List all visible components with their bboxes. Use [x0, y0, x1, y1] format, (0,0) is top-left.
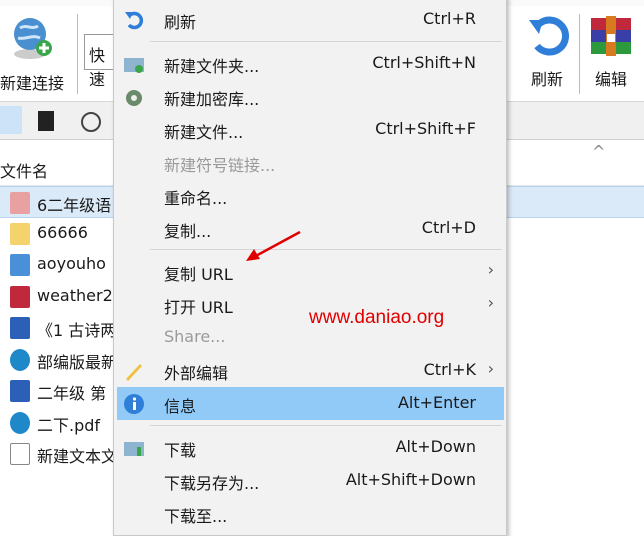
edit-button[interactable]: 编辑: [586, 14, 636, 90]
mp4-icon: [10, 192, 30, 214]
menu-item[interactable]: 复制 URL ›: [117, 255, 504, 288]
menu-item-label: 重命名...: [164, 189, 228, 208]
annotation-arrow: [246, 230, 301, 261]
refresh-icon: [123, 9, 145, 31]
menu-item-label: 下载至...: [164, 507, 228, 526]
menu-item-label: 外部编辑: [164, 364, 229, 383]
menu-item[interactable]: 下载至...: [117, 497, 504, 530]
menu-item-shortcut: Ctrl+Shift+F: [375, 119, 476, 138]
word-icon: [10, 317, 30, 339]
refresh-label: 刷新: [530, 70, 563, 89]
submenu-arrow-icon: ›: [487, 260, 494, 279]
file-name: 二下.pdf: [37, 415, 101, 435]
column-header-filename[interactable]: 文件名: [0, 158, 48, 182]
file-name: 部编版最新: [37, 352, 118, 372]
file-name: 新建文本文: [37, 447, 118, 466]
context-menu: 刷新 Ctrl+R 新建文件夹... Ctrl+Shift+N 新建加密库... 新建文件…: [113, 0, 507, 536]
refresh-button[interactable]: 刷新: [522, 14, 572, 90]
watermark: www.daniao.org: [309, 307, 445, 328]
submenu-arrow-icon: ›: [487, 359, 494, 378]
menu-item-label: 新建文件...: [164, 123, 244, 142]
menu-item[interactable]: 新建加密库...: [117, 80, 504, 113]
menu-item-shortcut: Alt+Shift+Down: [345, 470, 476, 489]
file-name: 《1 古诗两: [37, 321, 117, 340]
menu-item[interactable]: 刷新 Ctrl+R: [117, 3, 504, 36]
menu-item[interactable]: 信息 Alt+Enter: [117, 387, 504, 420]
menu-item-shortcut: Ctrl+D: [421, 218, 476, 237]
menu-separator: [150, 425, 502, 426]
winrar-icon: [591, 16, 631, 56]
menu-item[interactable]: 外部编辑 Ctrl+K ›: [117, 354, 504, 387]
menu-item[interactable]: 复制... Ctrl+D: [117, 212, 504, 245]
menu-item-label: 复制 URL: [164, 265, 233, 284]
file-name: aoyouho: [37, 254, 106, 273]
menu-item[interactable]: 下载 Alt+Down: [117, 431, 504, 464]
menu-separator: [150, 41, 502, 42]
sort-ascending-icon: ^: [592, 142, 606, 161]
menu-item-label: 打开 URL: [164, 298, 233, 317]
file-name: 二年级 第: [37, 384, 107, 403]
menu-item[interactable]: 重命名...: [117, 179, 504, 212]
menu-item-label: 下载另存为...: [164, 474, 260, 493]
pencil-icon: [123, 360, 145, 382]
menu-item-shortcut: Alt+Down: [395, 437, 476, 456]
vault-icon: [123, 86, 145, 108]
winrar-icon: [10, 285, 30, 308]
word-icon: [10, 380, 30, 402]
folder-icon: [10, 222, 30, 245]
history-clock-icon[interactable]: [81, 112, 101, 132]
submenu-arrow-icon: ›: [487, 293, 494, 312]
info-icon: [123, 393, 145, 415]
menu-item-label: Share...: [164, 327, 226, 346]
new-connection-label: 新建连接: [0, 74, 64, 93]
menu-item-shortcut: Ctrl+K: [423, 360, 476, 379]
globe-icon: [14, 18, 52, 59]
menu-item[interactable]: 新建文件... Ctrl+Shift+F: [117, 113, 504, 146]
bookmark-icon[interactable]: [38, 111, 54, 131]
new-connection-button[interactable]: 新建连接: [0, 14, 70, 94]
edge-pdf-icon: [10, 411, 30, 434]
menu-item: 新建符号链接...: [117, 146, 504, 179]
menu-item-shortcut: Alt+Enter: [397, 393, 476, 412]
new-folder-icon: [123, 53, 145, 75]
menu-item-shortcut: Ctrl+R: [423, 9, 476, 28]
toolbar-divider: [579, 14, 580, 94]
refresh-icon: [529, 16, 570, 56]
menu-item-shortcut: Ctrl+Shift+N: [372, 53, 476, 72]
menu-item-label: 复制...: [164, 222, 212, 241]
menu-item-label: 信息: [164, 397, 197, 416]
toolbar-divider: [77, 14, 78, 94]
text-file-icon: [10, 443, 30, 465]
menu-separator: [150, 249, 502, 250]
menu-item-label: 新建符号链接...: [164, 156, 276, 175]
menu-item[interactable]: 新建文件夹... Ctrl+Shift+N: [117, 47, 504, 80]
list-view-button[interactable]: [0, 106, 22, 134]
download-icon: [123, 437, 145, 459]
menu-item-label: 刷新: [164, 13, 197, 32]
menu-item-label: 新建文件夹...: [164, 57, 260, 76]
menu-item-label: 下载: [164, 441, 197, 460]
menu-item[interactable]: 下载另存为... Alt+Shift+Down: [117, 464, 504, 497]
edge-pdf-icon: [10, 348, 30, 371]
file-name: weather2: [37, 285, 113, 305]
file-name: 6二年级语: [37, 196, 112, 215]
image-file-icon: [10, 254, 30, 276]
menu-item-label: 新建加密库...: [164, 90, 260, 109]
file-name: 66666: [37, 222, 88, 242]
edit-label: 编辑: [594, 70, 627, 89]
